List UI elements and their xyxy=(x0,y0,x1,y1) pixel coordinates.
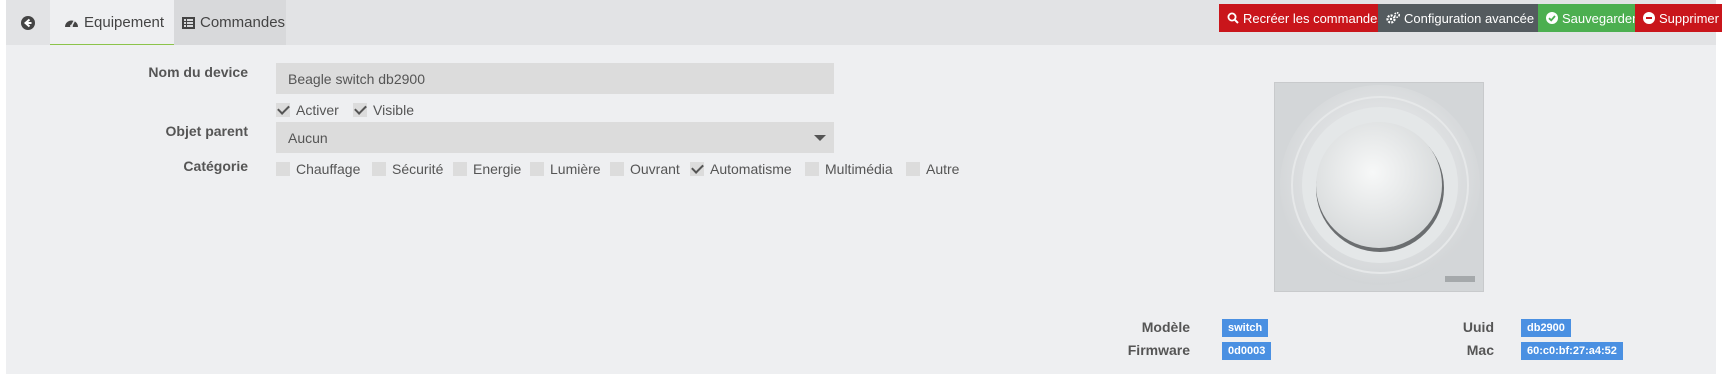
uuid-badge: db2900 xyxy=(1521,319,1571,337)
category-securite-box[interactable] xyxy=(372,162,386,176)
firmware-badge: 0d0003 xyxy=(1222,342,1272,360)
category-multimedia[interactable]: Multimédia xyxy=(805,161,893,177)
category-securite-label: Sécurité xyxy=(392,161,444,177)
firmware-label: Firmware xyxy=(1127,342,1190,358)
search-icon xyxy=(1227,12,1239,24)
visible-checkbox-label: Visible xyxy=(373,102,414,118)
category-lumiere[interactable]: Lumière xyxy=(530,161,601,177)
model-badge: switch xyxy=(1222,319,1269,337)
parent-object-value: Aucun xyxy=(288,129,328,146)
mac-badge: 60:c0:bf:27:a4:52 xyxy=(1521,342,1623,360)
advanced-config-label: Configuration avancée xyxy=(1404,10,1535,26)
category-multimedia-box[interactable] xyxy=(805,162,819,176)
device-name-label: Nom du device xyxy=(148,64,248,80)
category-automatisme-box[interactable] xyxy=(690,162,704,176)
category-chauffage-box[interactable] xyxy=(276,162,290,176)
visible-checkbox-box[interactable] xyxy=(353,103,367,117)
enable-checkbox[interactable]: Activer xyxy=(276,102,339,118)
category-energie[interactable]: Energie xyxy=(453,161,521,177)
category-chauffage[interactable]: Chauffage xyxy=(276,161,360,177)
dashboard-icon xyxy=(64,16,79,29)
visible-checkbox[interactable]: Visible xyxy=(353,102,414,118)
category-autre[interactable]: Autre xyxy=(906,161,959,177)
category-lumiere-box[interactable] xyxy=(530,162,544,176)
delete-label: Supprimer xyxy=(1659,10,1719,26)
back-button[interactable] xyxy=(6,0,50,45)
enable-checkbox-box[interactable] xyxy=(276,103,290,117)
check-circle-icon xyxy=(1546,12,1558,24)
mac-label: Mac xyxy=(1466,342,1494,358)
category-automatisme-label: Automatisme xyxy=(710,161,792,177)
minus-circle-icon xyxy=(1643,12,1655,24)
list-icon xyxy=(182,16,195,29)
enable-checkbox-label: Activer xyxy=(296,102,339,118)
category-energie-box[interactable] xyxy=(453,162,467,176)
tab-commands[interactable]: Commandes xyxy=(174,0,286,45)
category-chauffage-label: Chauffage xyxy=(296,161,361,177)
uuid-label: Uuid xyxy=(1462,319,1494,335)
recreate-commands-label: Recréer les commandes xyxy=(1243,10,1384,26)
parent-object-select[interactable]: Aucun xyxy=(276,122,834,153)
category-automatisme[interactable]: Automatisme xyxy=(690,161,792,177)
equipment-panel: Equipement Commandes Recréer les command… xyxy=(6,0,1722,374)
chevron-down-icon xyxy=(814,134,826,141)
recreate-commands-button[interactable]: Recréer les commandes xyxy=(1219,4,1384,32)
tab-commands-label: Commandes xyxy=(200,14,286,31)
parent-object-label: Objet parent xyxy=(165,123,248,139)
cogs-icon xyxy=(1386,12,1400,24)
category-label: Catégorie xyxy=(183,158,248,174)
delete-button[interactable]: Supprimer xyxy=(1635,4,1722,32)
category-multimedia-label: Multimédia xyxy=(825,161,893,177)
arrow-left-circle-icon xyxy=(21,15,35,30)
device-name-input[interactable]: Beagle switch db2900 xyxy=(276,63,834,94)
device-image xyxy=(1274,82,1484,292)
tab-equipment-label: Equipement xyxy=(84,13,165,31)
category-autre-label: Autre xyxy=(926,161,960,177)
category-ouvrant-box[interactable] xyxy=(610,162,624,176)
model-label: Modèle xyxy=(1141,319,1190,335)
category-lumiere-label: Lumière xyxy=(550,161,601,177)
category-ouvrant[interactable]: Ouvrant xyxy=(610,161,680,177)
save-label: Sauvegarder xyxy=(1562,10,1637,26)
save-button[interactable]: Sauvegarder xyxy=(1538,4,1637,32)
category-autre-box[interactable] xyxy=(906,162,920,176)
category-securite[interactable]: Sécurité xyxy=(372,161,443,177)
tab-equipment[interactable]: Equipement xyxy=(50,0,174,45)
category-ouvrant-label: Ouvrant xyxy=(630,161,680,177)
category-energie-label: Energie xyxy=(473,161,522,177)
advanced-config-button[interactable]: Configuration avancée xyxy=(1378,4,1538,32)
